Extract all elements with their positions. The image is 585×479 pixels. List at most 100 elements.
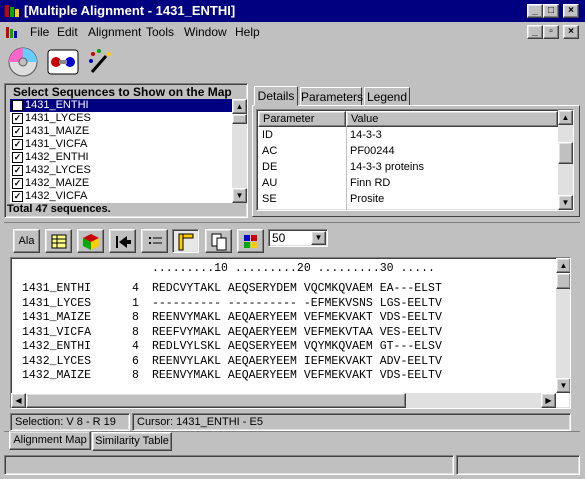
param-cell: ID <box>262 129 273 141</box>
sequence-residues[interactable]: ---------- ---------- -EFMEKVSNS LGS-EEL… <box>152 297 442 311</box>
menu-window[interactable]: Window <box>184 25 227 39</box>
sequence-count: Total 47 sequences. <box>7 203 111 215</box>
sequence-list-scrollbar[interactable]: ▲ ▼ <box>232 99 247 203</box>
scroll-up-button[interactable]: ▲ <box>558 110 573 125</box>
mdi-minimize-button[interactable]: _ <box>527 25 543 39</box>
menu-tools[interactable]: Tools <box>146 25 174 39</box>
menu-alignment[interactable]: Alignment <box>88 25 141 39</box>
alignment-view: .........10 .........20 .........30 ....… <box>10 257 571 409</box>
checkbox[interactable]: ✓ <box>12 126 23 137</box>
scroll-right-button[interactable]: ▶ <box>541 393 556 408</box>
tab-parameters[interactable]: Parameters <box>300 87 363 106</box>
dropdown-arrow-icon[interactable]: ▼ <box>311 231 326 245</box>
zoom-value: 50 <box>272 231 286 245</box>
list-item[interactable]: ✓ 1431_LYCES <box>10 112 232 125</box>
maximize-button[interactable]: □ <box>543 4 559 18</box>
alignment-row[interactable]: 1431_MAIZE 8 REENVYMAKL AEQAERYEEM VEFMEKV… <box>11 311 556 325</box>
color-scheme-button[interactable] <box>77 229 104 253</box>
alignment-card-icon[interactable] <box>46 48 80 76</box>
checkbox[interactable]: ✓ <box>12 191 23 202</box>
alignment-row[interactable]: 1431_LYCES 1 ---------- ---------- -EFMEKV… <box>11 297 556 311</box>
tab-details[interactable]: Details <box>254 86 298 106</box>
scroll-down-button[interactable]: ▼ <box>232 188 247 203</box>
alignment-row[interactable]: 1431_ENTHI 4 REDCVYTAKL AEQSERYDEM VQCMKQV… <box>11 282 556 296</box>
alignment-row[interactable]: 1432_MAIZE 8 REENVYMAKL AEQAERYEEM VEFMEKV… <box>11 369 556 383</box>
tab-similarity-table[interactable]: Similarity Table <box>92 432 172 451</box>
details-grid: Parameter Value ID 14-3-3 AC PF00244 DE … <box>256 109 574 211</box>
mdi-restore-button[interactable]: ▫ <box>543 25 559 39</box>
sequence-panel: Select Sequences to Show on the Map ✓ 143… <box>4 83 248 218</box>
alignment-row[interactable]: 1432_LYCES 6 REENVYLAKL AEQAERYEEM IEFMEKV… <box>11 355 556 369</box>
sequence-residues[interactable]: REENVYMAKL AEQAERYEEM VEFMEKVAKT VDS-EEL… <box>152 369 442 383</box>
checkbox[interactable]: ✓ <box>12 152 23 163</box>
scroll-thumb[interactable] <box>558 142 573 164</box>
hscroll-thumb[interactable] <box>26 393 406 408</box>
copy-button[interactable] <box>205 229 232 253</box>
alignment-row[interactable]: 1431_VICFA 8 REEFVYMAKL AEQAERYEEM VEFMEKV… <box>11 326 556 340</box>
sequence-name: 1432_LYCES <box>22 354 92 368</box>
alignment-ruler: .........10 .........20 .........30 ....… <box>152 262 435 275</box>
sequence-residues[interactable]: REENVYLAKL AEQAERYEEM IEFMEKVAKT ADV-EEL… <box>152 355 442 369</box>
list-item[interactable]: ✓ 1431_MAIZE <box>10 125 232 138</box>
column-header-parameter[interactable]: Parameter <box>258 111 346 127</box>
copy-icon <box>211 233 227 251</box>
cd-icon[interactable] <box>6 46 40 78</box>
scroll-up-button[interactable]: ▲ <box>556 258 570 273</box>
alignment-hscrollbar[interactable]: ◀ ▶ <box>11 393 556 408</box>
sequence-list: ✓ 1431_ENTHI ✓ 1431_LYCES ✓ 1431_MAIZE ✓ 143… <box>10 99 232 203</box>
checkbox[interactable]: ✓ <box>12 139 23 150</box>
ruler-button[interactable] <box>172 229 199 253</box>
checkbox[interactable]: ✓ <box>12 178 23 189</box>
list-view-button[interactable] <box>141 229 168 253</box>
list-item[interactable]: ✓ 1431_VICFA <box>10 138 232 151</box>
sequence-residues[interactable]: REDLVYLSKL AEQSERYEEM VQYMKQVAEM GT---EL… <box>152 340 442 354</box>
sequence-start: 8 <box>132 325 139 339</box>
list-item[interactable]: ✓ 1432_ENTHI <box>10 151 232 164</box>
list-item[interactable]: ✓ 1431_ENTHI <box>10 99 232 112</box>
close-button[interactable]: × <box>563 4 579 18</box>
tab-legend[interactable]: Legend <box>364 87 410 106</box>
sequence-panel-header: Select Sequences to Show on the Map <box>13 85 232 99</box>
scroll-thumb[interactable] <box>556 273 570 289</box>
value-cell: Finn RD <box>350 177 391 189</box>
list-item[interactable]: ✓ 1432_LYCES <box>10 164 232 177</box>
magic-wand-icon[interactable] <box>88 48 114 76</box>
column-header-value[interactable]: Value <box>346 111 558 127</box>
ruler-icon <box>178 233 194 251</box>
checkbox[interactable]: ✓ <box>12 113 23 124</box>
menu-help[interactable]: Help <box>235 25 260 39</box>
table-view-button[interactable] <box>45 229 72 253</box>
alignment-vscrollbar[interactable]: ▲ ▼ <box>556 258 570 393</box>
menu-file[interactable]: File <box>30 25 49 39</box>
app-icon[interactable] <box>4 3 20 19</box>
checkbox[interactable]: ✓ <box>12 100 23 111</box>
menu-edit[interactable]: Edit <box>57 25 78 39</box>
table-icon <box>51 234 67 249</box>
doc-icon[interactable] <box>6 25 20 39</box>
zoom-select[interactable]: 50 ▼ <box>268 229 328 247</box>
scroll-down-button[interactable]: ▼ <box>556 378 570 393</box>
value-cell: PF00244 <box>350 145 395 157</box>
tab-alignment-map[interactable]: Alignment Map <box>9 431 91 450</box>
sequence-residues[interactable]: REENVYMAKL AEQAERYEEM VEFMEKVAKT VDS-EEL… <box>152 311 442 325</box>
sequence-residues[interactable]: REEFVYMAKL AEQAERYEEM VEFMEKVTAA VES-EEL… <box>152 326 442 340</box>
scroll-left-button[interactable]: ◀ <box>11 393 26 408</box>
details-scrollbar[interactable]: ▲ ▼ <box>558 110 573 210</box>
scroll-thumb[interactable] <box>232 114 247 124</box>
sequence-name: 1431_LYCES <box>22 296 92 310</box>
minimize-button[interactable]: _ <box>527 4 543 18</box>
go-to-start-button[interactable] <box>109 229 136 253</box>
scroll-up-button[interactable]: ▲ <box>232 99 247 114</box>
mdi-close-button[interactable]: × <box>563 25 579 39</box>
sequence-residues[interactable]: REDCVYTAKL AEQSERYDEM VQCMKQVAEM EA---EL… <box>152 282 442 296</box>
title-bar: [Multiple Alignment - 1431_ENTHI] _ □ × <box>0 0 585 22</box>
scroll-down-button[interactable]: ▼ <box>558 195 573 210</box>
alignment-row[interactable]: 1432_ENTHI 4 REDLVYLSKL AEQSERYEEM VQYMKQV… <box>11 340 556 354</box>
list-item[interactable]: ✓ 1432_VICFA <box>10 190 232 203</box>
list-item[interactable]: ✓ 1432_MAIZE <box>10 177 232 190</box>
checkbox[interactable]: ✓ <box>12 165 23 176</box>
ala-button[interactable]: Ala <box>13 229 40 253</box>
first-icon <box>116 236 131 248</box>
status-bar <box>4 455 454 475</box>
palette-button[interactable] <box>237 229 264 253</box>
